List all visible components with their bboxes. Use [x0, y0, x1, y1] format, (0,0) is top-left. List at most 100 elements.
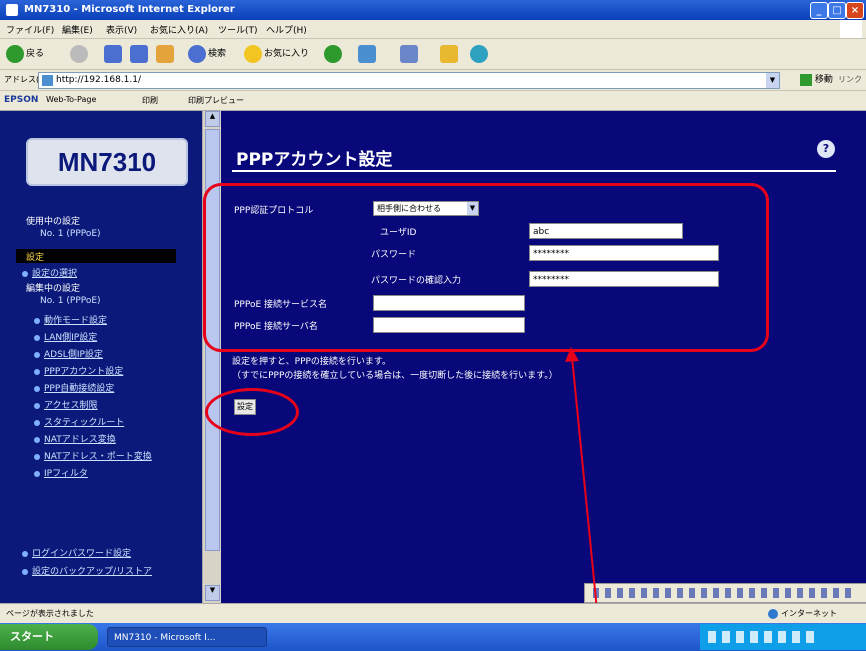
choose-settings-label: 設定の選択	[32, 269, 78, 279]
go-arrow-icon	[800, 73, 812, 86]
bullet-icon	[34, 436, 40, 443]
taskbar-item-ie[interactable]: MN7310 - Microsoft I...	[107, 627, 267, 647]
help-icon[interactable]: ?	[817, 140, 835, 158]
sidebar-item-label: ログインパスワード設定	[32, 549, 132, 559]
sidebar-item-operation-mode[interactable]: 動作モード設定	[34, 313, 107, 326]
forward-button[interactable]	[70, 44, 90, 64]
home-button[interactable]	[156, 44, 176, 64]
web-to-page-button[interactable]: Web-To-Page	[46, 95, 96, 104]
printer-icon	[400, 44, 418, 63]
folder-button[interactable]	[440, 44, 460, 64]
sidebar-item-label: アクセス制限	[44, 401, 98, 411]
favorites-button[interactable]: お気に入り	[244, 44, 309, 64]
minimize-button[interactable]: _	[810, 2, 828, 19]
sidebar-item-adsl-ip[interactable]: ADSL側IP設定	[34, 347, 103, 360]
stop-button[interactable]	[104, 44, 124, 64]
sidebar-item-backup-restore[interactable]: 設定のバックアップ/リストア	[22, 564, 152, 577]
back-label: 戻る	[26, 49, 45, 59]
links-label[interactable]: リンク	[838, 74, 862, 85]
product-logo: MN7310	[26, 138, 188, 186]
address-input[interactable]: http://192.168.1.1/ ▼	[38, 72, 780, 89]
sidebar-item-label: NATアドレス・ポート変換	[44, 452, 152, 462]
address-dropdown-icon[interactable]: ▼	[766, 73, 779, 88]
refresh-icon	[130, 44, 148, 63]
note-line-2: （すでにPPPの接続を確立している場合は、一度切断した後に接続を行います。）	[232, 371, 558, 381]
sidebar-item-label: 設定のバックアップ/リストア	[32, 567, 153, 577]
refresh-button[interactable]	[130, 44, 150, 64]
bullet-icon	[34, 470, 40, 477]
start-button[interactable]: スタート	[0, 624, 98, 650]
search-label: 検索	[208, 49, 227, 59]
mail-icon	[358, 44, 376, 63]
current-selection[interactable]: 設定	[26, 250, 44, 263]
sidebar-item-access-control[interactable]: アクセス制限	[34, 398, 98, 411]
choose-settings-link[interactable]: 設定の選択	[22, 266, 77, 279]
search-icon	[188, 44, 206, 63]
page-icon	[42, 75, 53, 86]
print-link[interactable]: 印刷	[142, 95, 158, 106]
bullet-icon	[34, 385, 40, 392]
bullet-icon	[34, 317, 40, 324]
annotation-button-highlight	[205, 388, 299, 436]
links-bar: EPSON Web-To-Page 印刷 印刷プレビュー	[0, 91, 866, 111]
mail-button[interactable]	[358, 44, 378, 64]
messenger-icon	[470, 44, 488, 63]
star-icon	[244, 44, 262, 63]
editing-settings-item: No. 1 (PPPoE)	[40, 296, 101, 306]
bullet-icon	[34, 453, 40, 460]
windows-logo-icon	[840, 20, 862, 38]
folder-icon	[440, 44, 458, 63]
sidebar-item-napt[interactable]: NATアドレス・ポート変換	[34, 449, 152, 462]
sidebar-item-ppp-account[interactable]: PPPアカウント設定	[34, 364, 123, 377]
bullet-icon	[22, 568, 28, 575]
sidebar-item-static-route[interactable]: スタティックルート	[34, 415, 124, 428]
sidebar-item-label: PPP自動接続設定	[44, 384, 115, 394]
window-title: MN7310 - Microsoft Internet Explorer	[24, 4, 235, 15]
ime-toolbar-icons	[593, 588, 853, 598]
zone-label: インターネット	[781, 609, 837, 618]
stop-icon	[104, 44, 122, 63]
sidebar-item-nat[interactable]: NATアドレス変換	[34, 432, 116, 445]
globe-icon	[768, 608, 778, 619]
arrow-head	[565, 347, 579, 362]
ie-app-icon	[6, 4, 18, 16]
menu-favorites[interactable]: お気に入り(A)	[150, 23, 208, 36]
title-divider	[232, 170, 836, 172]
close-button[interactable]: ×	[846, 2, 864, 19]
go-button[interactable]: 移動	[800, 72, 833, 86]
sidebar-item-ip-filter[interactable]: IPフィルタ	[34, 466, 88, 479]
sidebar-item-ppp-auto-connect[interactable]: PPP自動接続設定	[34, 381, 114, 394]
scroll-up-icon[interactable]: ▲	[205, 111, 220, 127]
print-preview-link[interactable]: 印刷プレビュー	[188, 95, 244, 106]
editing-settings-header: 編集中の設定	[26, 284, 81, 294]
bullet-icon	[34, 419, 40, 426]
sidebar-item-login-password[interactable]: ログインパスワード設定	[22, 546, 131, 559]
using-settings-item: No. 1 (PPPoE)	[40, 229, 101, 239]
sidebar-item-lan-ip[interactable]: LAN側IP設定	[34, 330, 97, 343]
menu-bar: ファイル(F) 編集(E) 表示(V) お気に入り(A) ツール(T) ヘルプ(…	[0, 20, 866, 39]
bullet-icon	[34, 334, 40, 341]
messenger-button[interactable]	[470, 44, 490, 64]
back-button[interactable]: 戻る	[6, 44, 44, 64]
scroll-down-icon[interactable]: ▼	[205, 585, 220, 601]
bullet-icon	[22, 550, 28, 557]
sidebar-item-label: スタティックルート	[44, 418, 125, 428]
menu-file[interactable]: ファイル(F)	[6, 23, 54, 36]
bullet-icon	[22, 270, 28, 277]
maximize-button[interactable]: □	[828, 2, 846, 19]
bullet-icon	[34, 402, 40, 409]
menu-edit[interactable]: 編集(E)	[62, 23, 93, 36]
ime-language-bar[interactable]	[584, 583, 866, 603]
tray-icons[interactable]	[708, 631, 818, 643]
menu-help[interactable]: ヘルプ(H)	[266, 23, 307, 36]
home-icon	[156, 44, 174, 63]
history-button[interactable]	[324, 44, 344, 64]
sidebar-item-label: 動作モード設定	[44, 316, 108, 326]
menu-tools[interactable]: ツール(T)	[218, 23, 258, 36]
go-label: 移動	[814, 75, 833, 85]
print-button[interactable]	[400, 44, 420, 64]
menu-view[interactable]: 表示(V)	[106, 23, 137, 36]
search-button[interactable]: 検索	[188, 44, 226, 64]
system-tray	[700, 624, 866, 650]
sidebar-item-label: IPフィルタ	[44, 469, 88, 479]
